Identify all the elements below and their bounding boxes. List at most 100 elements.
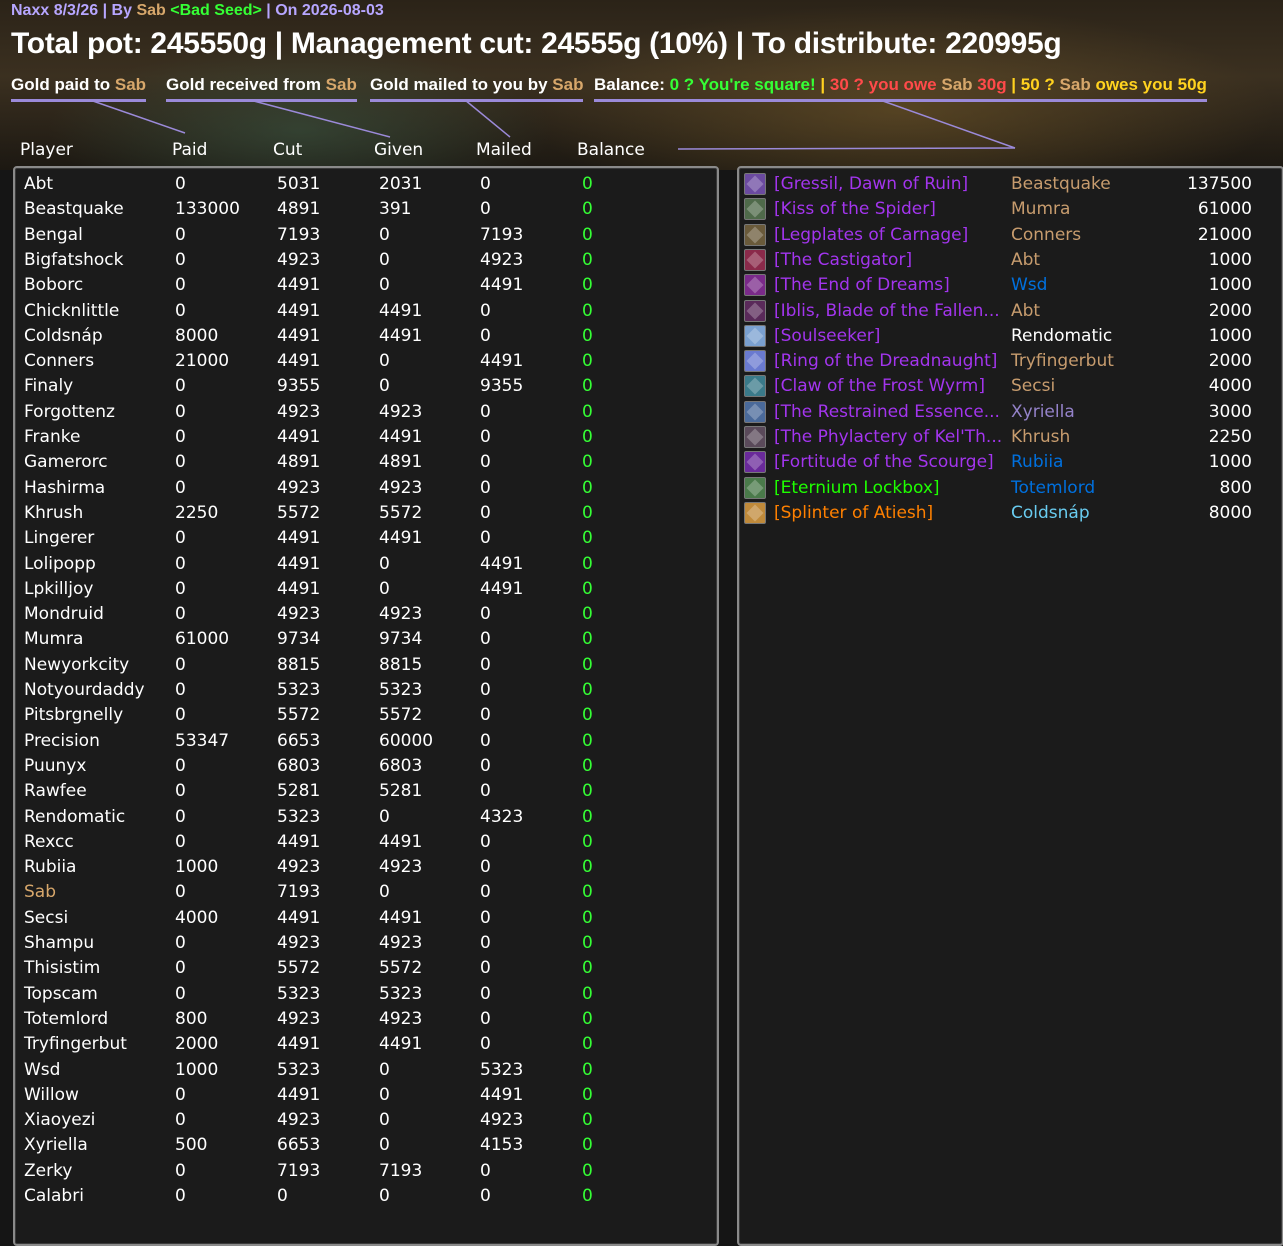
table-row[interactable]: Bigfatshock 0 4923 0 4923 0 <box>15 248 715 273</box>
table-row[interactable]: Xiaoyezi 0 4923 0 4923 0 <box>15 1108 715 1133</box>
cell-given: 4923 <box>379 933 423 953</box>
table-row[interactable]: Mumra 61000 9734 9734 0 0 <box>15 627 715 652</box>
table-row[interactable]: Thisistim 0 5572 5572 0 0 <box>15 956 715 981</box>
table-row[interactable]: Mondruid 0 4923 4923 0 0 <box>15 602 715 627</box>
cell-cut: 7193 <box>277 882 321 903</box>
cell-balance: 0 <box>582 857 593 878</box>
item-link[interactable]: [The Phylactery of Kel'Th... <box>774 425 1002 450</box>
table-row[interactable]: Hashirma 0 4923 4923 0 0 <box>15 476 715 501</box>
table-row[interactable]: Xyriella 500 6653 0 4153 0 <box>15 1133 715 1158</box>
cell-given: 4491 <box>379 1034 423 1055</box>
cell-paid: 0 <box>175 604 186 625</box>
cell-balance: 0 <box>582 781 593 802</box>
table-row[interactable]: Finaly 0 9355 0 9355 0 <box>15 374 715 399</box>
item-link[interactable]: [The Castigator] <box>774 248 912 273</box>
list-item[interactable]: [Iblis, Blade of the Fallen... Abt 2000 <box>739 299 1283 324</box>
cell-paid: 0 <box>175 933 186 953</box>
item-link[interactable]: [Splinter of Atiesh] <box>774 501 933 526</box>
loot-list[interactable]: [Gressil, Dawn of Ruin] Beastquake 137500[… <box>737 166 1283 1246</box>
table-row[interactable]: Rendomatic 0 5323 0 4323 0 <box>15 805 715 830</box>
table-row[interactable]: Pitsbrgnelly 0 5572 5572 0 0 <box>15 703 715 728</box>
list-item[interactable]: [The Restrained Essence... Xyriella 3000 <box>739 400 1283 425</box>
table-row[interactable]: Shampu 0 4923 4923 0 0 <box>15 931 715 956</box>
legplates-icon <box>744 223 766 246</box>
table-row[interactable]: Lingerer 0 4491 4491 0 0 <box>15 526 715 551</box>
item-link[interactable]: [Claw of the Frost Wyrm] <box>774 374 985 399</box>
table-row[interactable]: Calabri 0 0 0 0 0 <box>15 1184 715 1209</box>
table-row[interactable]: Secsi 4000 4491 4491 0 0 <box>15 906 715 931</box>
table-row[interactable]: Khrush 2250 5572 5572 0 0 <box>15 501 715 526</box>
cell-balance: 0 <box>582 806 593 827</box>
cell-given: 60000 <box>379 730 434 751</box>
table-row[interactable]: Sab 0 7193 0 0 0 <box>15 880 715 905</box>
cell-balance: 0 <box>582 376 593 397</box>
cell-paid: 0 <box>175 553 186 574</box>
table-row[interactable]: Lolipopp 0 4491 0 4491 0 <box>15 552 715 577</box>
table-row[interactable]: Beastquake 133000 4891 391 0 0 <box>15 197 715 222</box>
list-item[interactable]: [Soulseeker] Rendomatic 1000 <box>739 324 1283 349</box>
item-link[interactable]: [Iblis, Blade of the Fallen... <box>774 299 1000 324</box>
cell-paid: 0 <box>175 1084 186 1105</box>
list-item[interactable]: [The End of Dreams] Wsd 1000 <box>739 273 1283 298</box>
cell-mailed: 0 <box>480 705 491 726</box>
cell-cut: 6803 <box>277 755 321 776</box>
cell-cut: 4891 <box>277 452 321 473</box>
table-row[interactable]: Wsd 1000 5323 0 5323 0 <box>15 1058 715 1083</box>
item-link[interactable]: [Gressil, Dawn of Ruin] <box>774 172 968 197</box>
table-row[interactable]: Chicknlittle 0 4491 4491 0 0 <box>15 299 715 324</box>
table-row[interactable]: Notyourdaddy 0 5323 5323 0 0 <box>15 678 715 703</box>
raid-info-line: Naxx 8/3/26 | By Sab <Bad Seed> | On 202… <box>11 2 384 19</box>
item-link[interactable]: [The Restrained Essence... <box>774 400 1000 425</box>
table-row[interactable]: Abt 0 5031 2031 0 0 <box>15 172 715 197</box>
list-item[interactable]: [Claw of the Frost Wyrm] Secsi 4000 <box>739 374 1283 399</box>
list-item[interactable]: [Legplates of Carnage] Conners 21000 <box>739 223 1283 248</box>
item-link[interactable]: [Ring of the Dreadnaught] <box>774 349 997 374</box>
ring-icon <box>744 350 766 373</box>
cell-mailed: 0 <box>480 907 491 928</box>
list-item[interactable]: [Splinter of Atiesh] Coldsnáp 8000 <box>739 501 1283 526</box>
table-row[interactable]: Newyorkcity 0 8815 8815 0 0 <box>15 653 715 678</box>
table-row[interactable]: Willow 0 4491 0 4491 0 <box>15 1083 715 1108</box>
cell-mailed: 0 <box>480 502 491 523</box>
cell-name: Khrush <box>24 502 84 523</box>
list-item[interactable]: [Gressil, Dawn of Ruin] Beastquake 137500 <box>739 172 1283 197</box>
cell-given: 5323 <box>379 983 423 1004</box>
table-row[interactable]: Zerky 0 7193 7193 0 0 <box>15 1159 715 1184</box>
table-row[interactable]: Conners 21000 4491 0 4491 0 <box>15 349 715 374</box>
table-row[interactable]: Rexcc 0 4491 4491 0 0 <box>15 830 715 855</box>
table-row[interactable]: Rawfee 0 5281 5281 0 0 <box>15 779 715 804</box>
table-row[interactable]: Gamerorc 0 4891 4891 0 0 <box>15 450 715 475</box>
list-item[interactable]: [The Phylactery of Kel'Th... Khrush 2250 <box>739 425 1283 450</box>
table-row[interactable]: Puunyx 0 6803 6803 0 0 <box>15 754 715 779</box>
list-item[interactable]: [Eternium Lockbox] Totemlord 800 <box>739 476 1283 501</box>
cell-given: 0 <box>379 578 390 599</box>
list-item[interactable]: [Ring of the Dreadnaught] Tryfingerbut 200… <box>739 349 1283 374</box>
cell-given: 0 <box>379 1135 390 1156</box>
list-item[interactable]: [Fortitude of the Scourge] Rubiia 1000 <box>739 450 1283 475</box>
table-row[interactable]: Bengal 0 7193 0 7193 0 <box>15 223 715 248</box>
table-row[interactable]: Coldsnáp 8000 4491 4491 0 0 <box>15 324 715 349</box>
item-link[interactable]: [The End of Dreams] <box>774 273 950 298</box>
item-link[interactable]: [Legplates of Carnage] <box>774 223 968 248</box>
table-row[interactable]: Totemlord 800 4923 4923 0 0 <box>15 1007 715 1032</box>
cell-balance: 0 <box>582 325 593 346</box>
cell-given: 4923 <box>379 401 423 422</box>
player-balance-table[interactable]: Abt 0 5031 2031 0 0 Beastquake 133000 4891 391 0 0 B… <box>13 166 719 1246</box>
table-row[interactable]: Forgottenz 0 4923 4923 0 0 <box>15 400 715 425</box>
item-link[interactable]: [Eternium Lockbox] <box>774 476 940 501</box>
list-item[interactable]: [Kiss of the Spider] Mumra 61000 <box>739 197 1283 222</box>
table-row[interactable]: Topscam 0 5323 5323 0 0 <box>15 982 715 1007</box>
table-row[interactable]: Tryfingerbut 2000 4491 4491 0 0 <box>15 1032 715 1057</box>
cell-balance: 0 <box>582 1059 593 1080</box>
table-row[interactable]: Lpkilljoy 0 4491 0 4491 0 <box>15 577 715 602</box>
cell-mailed: 0 <box>480 300 491 321</box>
cell-mailed: 0 <box>480 730 491 751</box>
list-item[interactable]: [The Castigator] Abt 1000 <box>739 248 1283 273</box>
item-link[interactable]: [Kiss of the Spider] <box>774 197 936 222</box>
table-row[interactable]: Boborc 0 4491 0 4491 0 <box>15 273 715 298</box>
table-row[interactable]: Precision 53347 6653 60000 0 0 <box>15 729 715 754</box>
item-link[interactable]: [Soulseeker] <box>774 324 880 349</box>
table-row[interactable]: Rubiia 1000 4923 4923 0 0 <box>15 855 715 880</box>
table-row[interactable]: Franke 0 4491 4491 0 0 <box>15 425 715 450</box>
item-link[interactable]: [Fortitude of the Scourge] <box>774 450 994 475</box>
